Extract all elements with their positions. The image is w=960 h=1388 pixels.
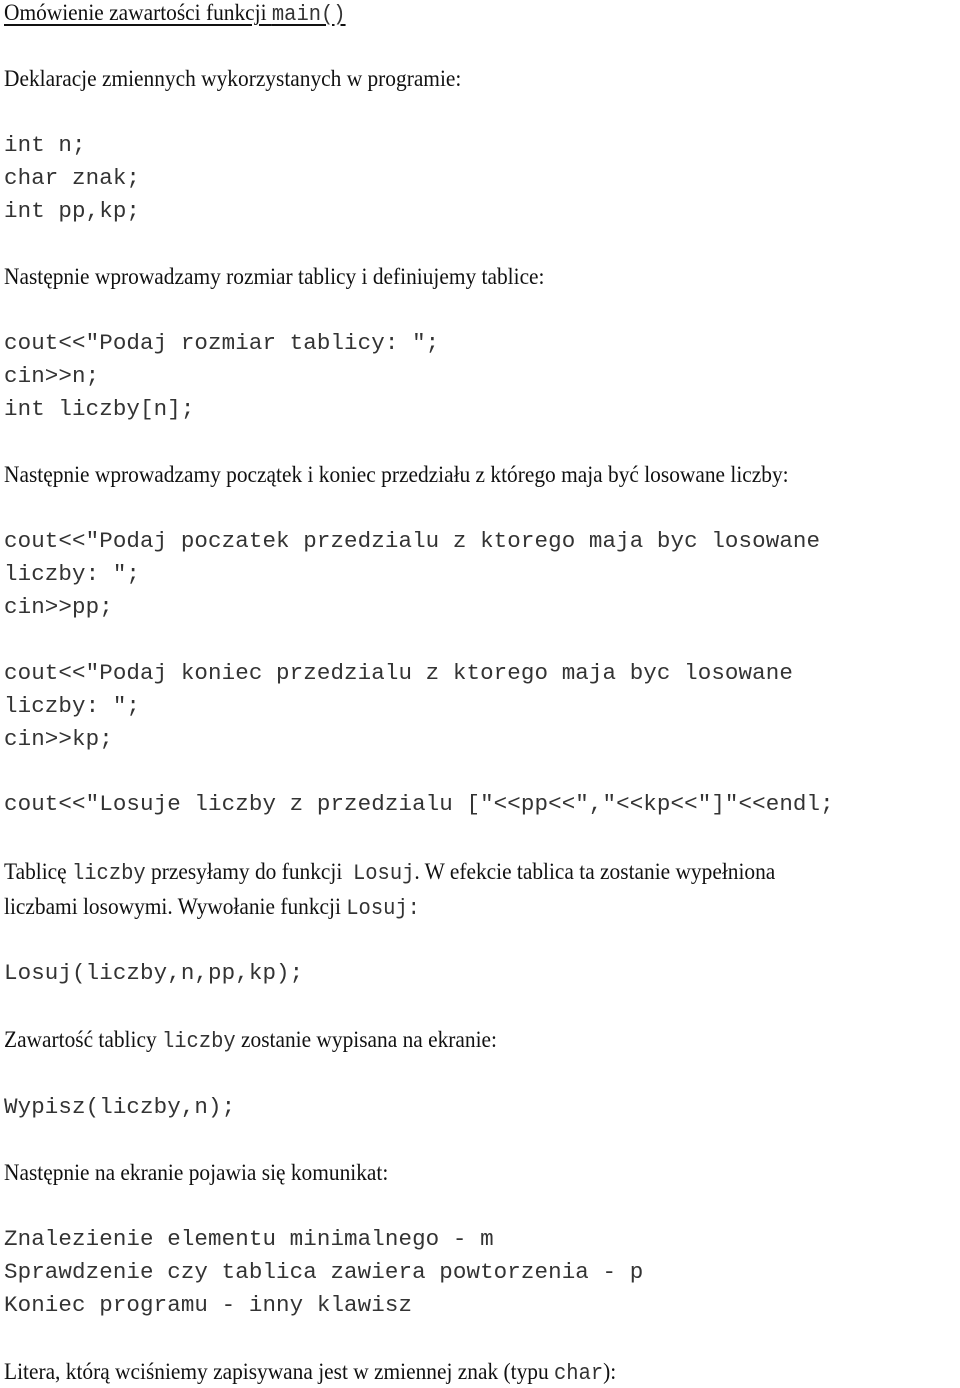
code-line: cout<<"Losuje liczby z przedzialu ["<<pp… [4,791,834,817]
code-line: int n; [4,132,86,158]
text: przesyłamy do funkcji [145,859,353,884]
text: . W efekcie tablica ta zostanie wypełnio… [414,859,776,884]
paragraph-declarations: Deklaracje zmiennych wykorzystanych w pr… [4,66,462,91]
heading-text: Omówienie zawartości funkcji [4,0,272,25]
code-line: Znalezienie elementu minimalnego - m [4,1226,494,1252]
code-line: cin>>pp; [4,594,113,620]
heading-code: main() [271,2,346,27]
code-line: Wypisz(liczby,n); [4,1094,236,1120]
paragraph-message: Następnie na ekranie pojawia się komunik… [4,1160,389,1185]
code-line: cout<<"Podaj rozmiar tablicy: "; [4,330,440,356]
paragraph-array-cont: liczbami losowymi. Wywołanie funkcji Los… [4,894,420,921]
code-line: liczby: "; [4,561,141,587]
code-line: char znak; [4,165,141,191]
code-line: cin>>kp; [4,726,113,752]
inline-code: liczby [161,1029,236,1054]
text: Tablicę [4,859,72,884]
code-line: Sprawdzenie czy tablica zawiera powtorze… [4,1259,644,1285]
code-line: int pp,kp; [4,198,141,224]
paragraph-last: Litera, którą wciśniemy zapisywana jest … [4,1359,616,1386]
text: Litera, którą wciśniemy zapisywana jest … [4,1359,555,1384]
code-line: Koniec programu - inny klawisz [4,1292,413,1318]
paragraph-array: Tablicę liczby przesyłamy do funkcji Los… [4,859,775,886]
text: liczbami losowymi. Wywołanie funkcji [4,894,347,919]
inline-code: Losuj [346,896,408,921]
code-line: liczby: "; [4,693,141,719]
paragraph-size: Następnie wprowadzamy rozmiar tablicy i … [4,264,545,289]
paragraph-print: Zawartość tablicy liczby zostanie wypisa… [4,1027,497,1054]
inline-code: liczby [71,861,146,886]
text: Zawartość tablicy [4,1027,162,1052]
text: : [407,896,420,921]
inline-code: char [554,1361,604,1386]
section-heading: Omówienie zawartości funkcji main() [4,0,346,27]
inline-code: Losuj [352,861,415,886]
code-line: Losuj(liczby,n,pp,kp); [4,960,304,986]
paragraph-range: Następnie wprowadzamy początek i koniec … [4,462,789,487]
code-line: cin>>n; [4,363,100,389]
code-line: cout<<"Podaj koniec przedzialu z ktorego… [4,660,793,686]
code-line: int liczby[n]; [4,396,195,422]
text: ): [603,1359,617,1384]
text: zostanie wypisana na ekranie: [235,1027,497,1052]
code-line: cout<<"Podaj poczatek przedzialu z ktore… [4,528,821,554]
